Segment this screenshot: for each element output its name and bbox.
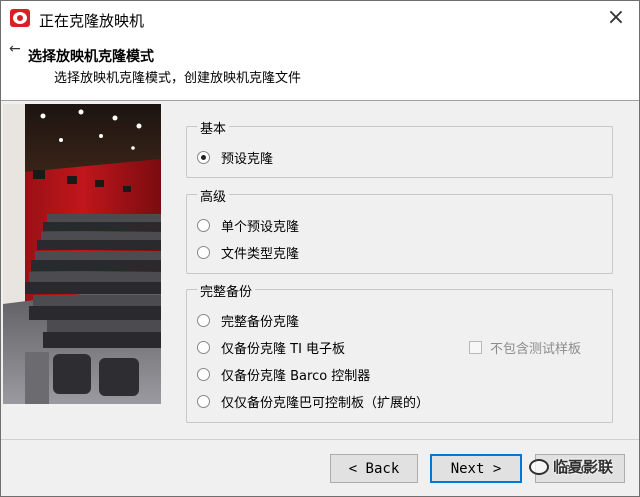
exclude-test-pattern-checkbox[interactable]: 不包含测试样板	[469, 338, 581, 357]
radio-backup-barco-controller[interactable]: 仅备份克隆 Barco 控制器	[197, 365, 370, 384]
group-advanced-title: 高级	[197, 186, 230, 205]
radio-unselected-icon[interactable]	[197, 246, 210, 259]
title-bar: 正在克隆放映机 ×	[1, 1, 639, 37]
watermark: 临夏影联	[529, 456, 613, 477]
close-button[interactable]: ×	[593, 1, 639, 37]
radio-single-preset-clone[interactable]: 单个预设克隆	[197, 216, 299, 235]
radio-full-backup-clone[interactable]: 完整备份克隆	[197, 311, 299, 330]
group-advanced: 高级 单个预设克隆 文件类型克隆	[186, 186, 613, 274]
radio-label: 仅备份克隆 TI 电子板	[221, 342, 346, 357]
window-title: 正在克隆放映机	[39, 12, 145, 30]
cinema-hall-image	[3, 104, 161, 404]
radio-selected-icon[interactable]	[197, 151, 210, 164]
radio-file-type-clone[interactable]: 文件类型克隆	[197, 243, 299, 262]
radio-unselected-icon[interactable]	[197, 368, 210, 381]
group-basic-title: 基本	[197, 118, 230, 137]
radio-unselected-icon[interactable]	[197, 219, 210, 232]
radio-label: 预设克隆	[221, 152, 274, 167]
clone-wizard-window: 正在克隆放映机 × ← 选择放映机克隆模式 选择放映机克隆模式，创建放映机克隆文…	[0, 0, 640, 497]
footer-divider	[1, 439, 639, 440]
checkbox-icon[interactable]	[469, 341, 482, 354]
wechat-icon	[529, 458, 549, 475]
radio-preset-clone[interactable]: 预设克隆	[197, 148, 273, 167]
app-logo-icon	[10, 9, 30, 27]
radio-backup-ti-board[interactable]: 仅备份克隆 TI 电子板	[197, 338, 345, 357]
radio-unselected-icon[interactable]	[197, 314, 210, 327]
radio-label: 仅仅备份克隆巴可控制板（扩展的）	[221, 396, 430, 411]
radio-unselected-icon[interactable]	[197, 395, 210, 408]
next-button[interactable]: Next >	[430, 454, 522, 483]
radio-label: 完整备份克隆	[221, 315, 300, 330]
group-full-backup: 完整备份 完整备份克隆 仅备份克隆 TI 电子板 不包含测试样板 仅备份克隆 B…	[186, 281, 613, 423]
checkbox-label: 不包含测试样板	[490, 342, 582, 357]
watermark-text: 临夏影联	[553, 458, 614, 476]
back-button[interactable]: < Back	[330, 454, 418, 483]
radio-label: 文件类型克隆	[221, 247, 300, 262]
page-title: 选择放映机克隆模式	[28, 49, 154, 65]
page-subtitle: 选择放映机克隆模式，创建放映机克隆文件	[54, 71, 302, 86]
radio-backup-barco-board-extended[interactable]: 仅仅备份克隆巴可控制板（扩展的）	[197, 392, 429, 411]
back-arrow-icon[interactable]: ←	[9, 41, 21, 57]
radio-unselected-icon[interactable]	[197, 341, 210, 354]
radio-label: 单个预设克隆	[221, 220, 300, 235]
wizard-header: ← 选择放映机克隆模式 选择放映机克隆模式，创建放映机克隆文件	[1, 37, 639, 101]
group-full-backup-title: 完整备份	[197, 281, 256, 300]
radio-label: 仅备份克隆 Barco 控制器	[221, 369, 371, 384]
group-basic: 基本 预设克隆	[186, 118, 613, 178]
